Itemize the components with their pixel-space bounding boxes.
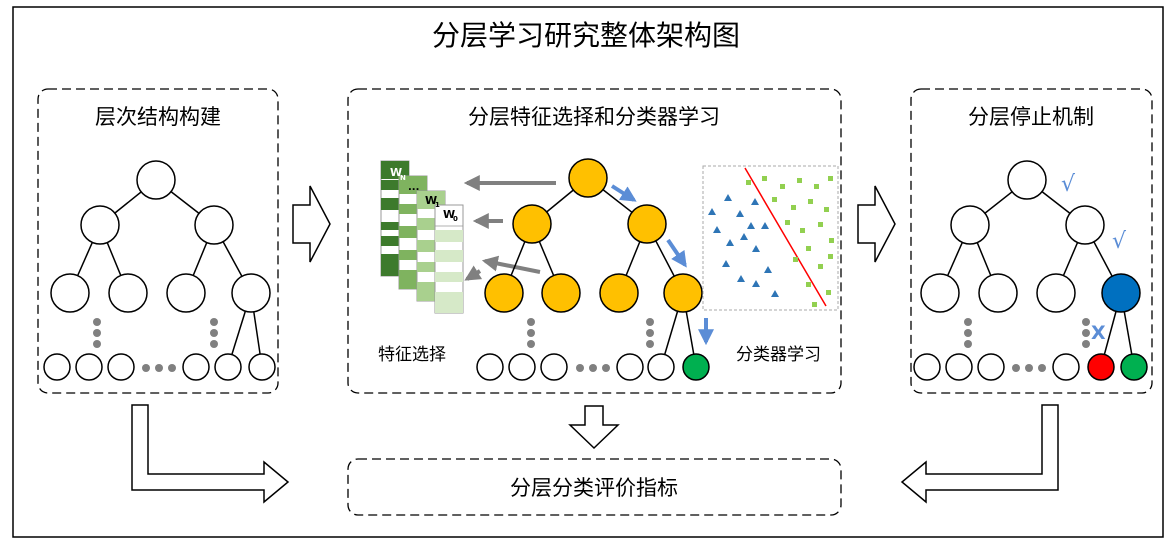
leaf-node — [75, 353, 103, 381]
check-mark-icon: √ — [1112, 229, 1127, 254]
leaf-node — [945, 353, 973, 381]
classifier-scatter — [702, 165, 839, 311]
leaf-node — [508, 353, 536, 381]
leaf-node — [43, 353, 71, 381]
tree-node — [1065, 205, 1105, 245]
tree-node — [1036, 273, 1076, 313]
tree-node — [1007, 160, 1047, 200]
tree-node — [136, 160, 176, 200]
leaf-node — [476, 353, 504, 381]
tree-node — [541, 273, 581, 313]
panel-left-title: 层次结构构建 — [95, 105, 221, 129]
panel-bottom-title: 分层分类评价指标 — [510, 476, 678, 500]
panel-middle-title: 分层特征选择和分类器学习 — [468, 105, 720, 129]
check-mark-icon: √ — [1061, 172, 1076, 197]
leaf-node-target — [682, 353, 710, 381]
panel-right-title: 分层停止机制 — [968, 105, 1094, 129]
tree-node — [627, 204, 667, 244]
leaf-node — [248, 353, 276, 381]
tree-node — [231, 273, 271, 313]
tree-node — [599, 273, 639, 313]
leaf-node — [977, 353, 1005, 381]
tree-node — [950, 205, 990, 245]
leaf-node — [1052, 353, 1080, 381]
tree-node — [108, 273, 148, 313]
weight-sub-0: 0 — [453, 215, 458, 223]
leaf-node — [107, 353, 135, 381]
architecture-diagram: 分层学习研究整体架构图 层次结构构建 分层特征选择和分类器学习 W N ... … — [0, 0, 1172, 544]
leaf-node — [540, 353, 568, 381]
diagram-canvas: 分层学习研究整体架构图 层次结构构建 分层特征选择和分类器学习 W N ... … — [12, 6, 1164, 538]
tree-node — [50, 273, 90, 313]
leaf-node — [182, 353, 210, 381]
tree-node — [166, 273, 206, 313]
weight-label-ellipsis: ... — [408, 182, 419, 193]
leaf-node — [647, 353, 675, 381]
tree-node — [484, 273, 524, 313]
leaf-node — [913, 353, 941, 381]
leaf-node-accepted — [1120, 353, 1148, 381]
tree-node — [194, 205, 234, 245]
tree-node — [512, 204, 552, 244]
leaf-node-rejected — [1087, 353, 1115, 381]
tree-node — [663, 273, 703, 313]
feature-selection-label: 特征选择 — [378, 345, 446, 365]
stop-mark-icon: X — [1091, 322, 1106, 344]
tree-node — [568, 158, 608, 198]
tree-node — [80, 205, 120, 245]
panel-hierarchy-construction — [37, 88, 279, 394]
leaf-node — [616, 353, 644, 381]
stop-node — [1101, 273, 1141, 313]
tree-node — [920, 273, 960, 313]
weight-sub-n: N — [400, 174, 406, 182]
tree-node — [978, 273, 1018, 313]
main-title: 分层学习研究整体架构图 — [432, 19, 740, 52]
leaf-node — [214, 353, 242, 381]
classifier-learning-label: 分类器学习 — [736, 345, 821, 365]
weight-sub-1: 1 — [435, 201, 440, 209]
